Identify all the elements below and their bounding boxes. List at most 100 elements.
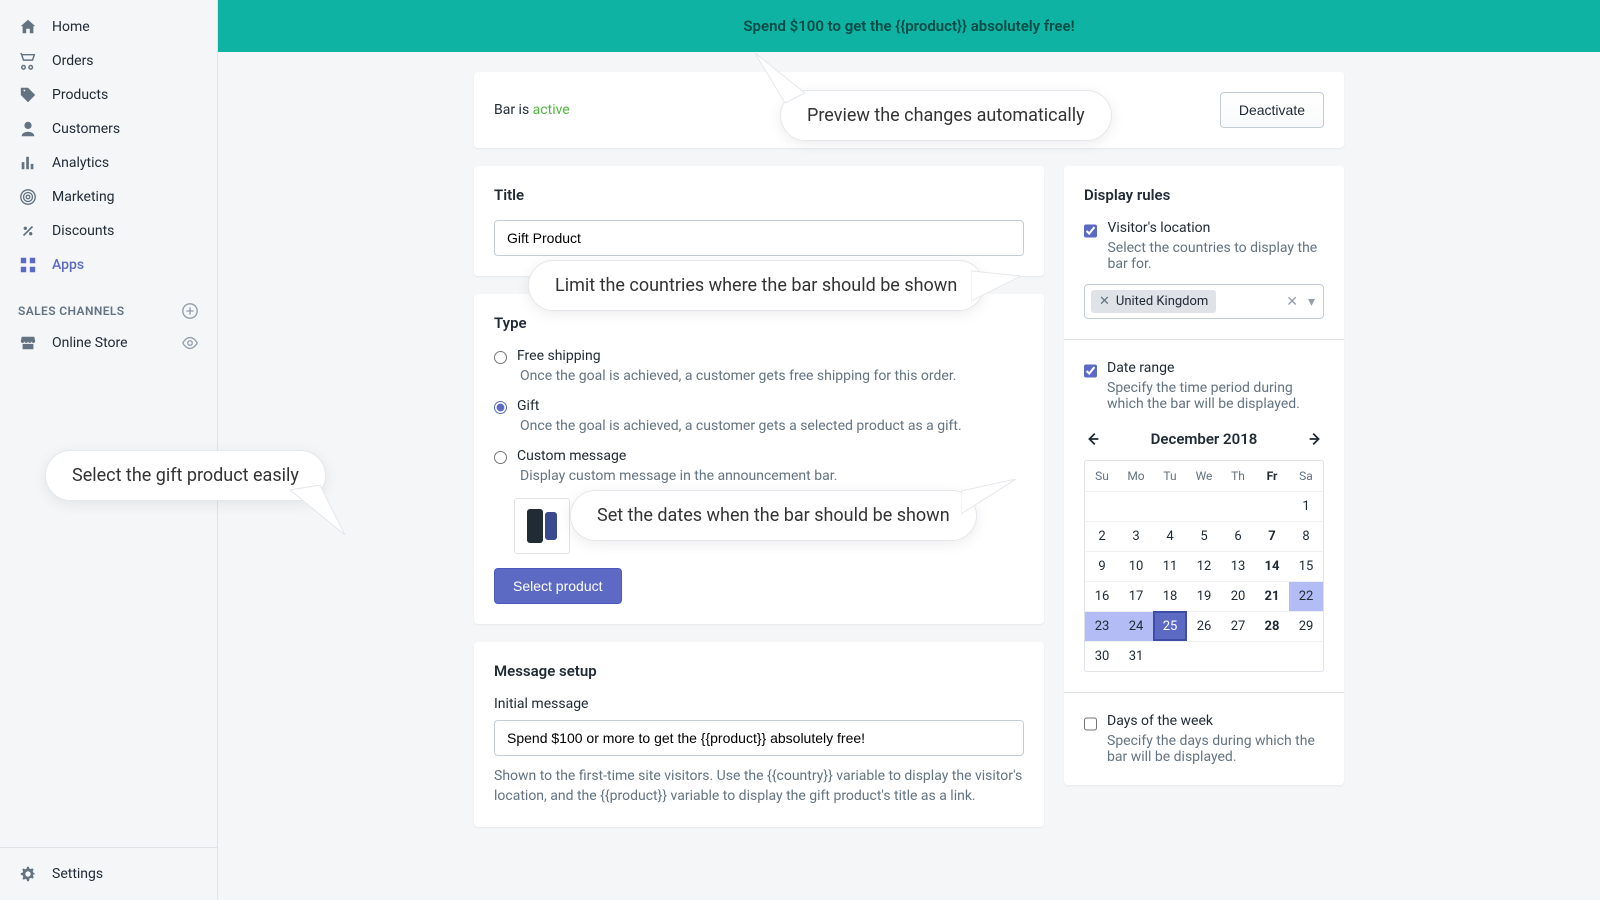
gear-icon xyxy=(18,864,38,884)
checkbox-days-of-week[interactable] xyxy=(1084,716,1097,732)
sidebar-item-products[interactable]: Products xyxy=(0,78,217,112)
calendar-day[interactable]: 6 xyxy=(1221,521,1255,551)
sidebar-item-home[interactable]: Home xyxy=(0,10,217,44)
location-help: Select the countries to display the bar … xyxy=(1107,240,1324,272)
view-store-icon[interactable] xyxy=(181,334,199,352)
checkbox-location[interactable] xyxy=(1084,223,1097,239)
sidebar-item-label: Discounts xyxy=(52,223,114,239)
sidebar-item-customers[interactable]: Customers xyxy=(0,112,217,146)
rule-visitor-location[interactable]: Visitor's location Select the countries … xyxy=(1084,220,1324,272)
calendar-day[interactable]: 26 xyxy=(1187,611,1221,641)
calendar-day[interactable]: 10 xyxy=(1119,551,1153,581)
days-of-week-label: Days of the week xyxy=(1107,713,1324,729)
days-of-week-help: Specify the days during which the bar wi… xyxy=(1107,733,1324,765)
checkbox-date-range[interactable] xyxy=(1084,363,1097,379)
calendar-day[interactable]: 9 xyxy=(1085,551,1119,581)
calendar: December 2018 SuMoTuWeThFrSa123456789101… xyxy=(1084,430,1324,672)
calendar-day[interactable]: 21 xyxy=(1255,581,1289,611)
type-free-shipping[interactable]: Free shipping xyxy=(494,348,1024,364)
radio-gift[interactable] xyxy=(494,401,507,414)
calendar-day[interactable]: 17 xyxy=(1119,581,1153,611)
radio-free-shipping[interactable] xyxy=(494,351,507,364)
calendar-day[interactable]: 19 xyxy=(1187,581,1221,611)
calendar-empty xyxy=(1187,491,1221,521)
radio-custom[interactable] xyxy=(494,451,507,464)
calendar-day[interactable]: 22 xyxy=(1289,581,1323,611)
callout-countries: Limit the countries where the bar should… xyxy=(528,260,984,311)
calendar-day[interactable]: 2 xyxy=(1085,521,1119,551)
calendar-day[interactable]: 11 xyxy=(1153,551,1187,581)
next-month-icon[interactable] xyxy=(1306,430,1324,448)
initial-message-label: Initial message xyxy=(494,696,1024,712)
calendar-day[interactable]: 24 xyxy=(1119,611,1153,641)
add-channel-icon[interactable] xyxy=(181,302,199,320)
sidebar-item-settings[interactable]: Settings xyxy=(0,847,217,900)
sidebar-item-orders[interactable]: Orders xyxy=(0,44,217,78)
message-heading: Message setup xyxy=(494,662,1024,680)
calendar-empty xyxy=(1289,641,1323,671)
clear-select-icon[interactable]: ✕ xyxy=(1286,294,1298,310)
calendar-day[interactable]: 30 xyxy=(1085,641,1119,671)
rule-days-of-week[interactable]: Days of the week Specify the days during… xyxy=(1084,713,1324,765)
calendar-day[interactable]: 27 xyxy=(1221,611,1255,641)
location-label: Visitor's location xyxy=(1107,220,1324,236)
type-custom[interactable]: Custom message xyxy=(494,448,1024,464)
remove-tag-icon[interactable]: ✕ xyxy=(1099,294,1110,309)
prev-month-icon[interactable] xyxy=(1084,430,1102,448)
calendar-day[interactable]: 8 xyxy=(1289,521,1323,551)
type-heading: Type xyxy=(494,314,1024,332)
calendar-day[interactable]: 23 xyxy=(1085,611,1119,641)
calendar-day[interactable]: 7 xyxy=(1255,521,1289,551)
sidebar-item-label: Analytics xyxy=(52,155,109,171)
status-active: active xyxy=(533,102,570,118)
calendar-empty xyxy=(1119,491,1153,521)
callout-preview: Preview the changes automatically xyxy=(780,90,1112,141)
calendar-day[interactable]: 20 xyxy=(1221,581,1255,611)
main-area: Bar is active Deactivate Title Type Free… xyxy=(218,52,1600,900)
sidebar-item-apps[interactable]: Apps xyxy=(0,248,217,282)
calendar-day[interactable]: 25 xyxy=(1153,611,1187,641)
custom-help: Display custom message in the announceme… xyxy=(520,468,1024,484)
calendar-day[interactable]: 5 xyxy=(1187,521,1221,551)
sidebar-item-marketing[interactable]: Marketing xyxy=(0,180,217,214)
home-icon xyxy=(18,17,38,37)
sidebar-item-label: Marketing xyxy=(52,189,115,205)
select-product-button[interactable]: Select product xyxy=(494,568,622,604)
calendar-day[interactable]: 28 xyxy=(1255,611,1289,641)
free-shipping-help: Once the goal is achieved, a customer ge… xyxy=(520,368,1024,384)
calendar-day[interactable]: 13 xyxy=(1221,551,1255,581)
title-heading: Title xyxy=(494,186,1024,204)
sidebar-item-analytics[interactable]: Analytics xyxy=(0,146,217,180)
sidebar-item-online-store[interactable]: Online Store xyxy=(0,326,217,360)
calendar-dow: Th xyxy=(1221,461,1255,491)
sidebar-item-label: Apps xyxy=(52,257,84,273)
calendar-day[interactable]: 15 xyxy=(1289,551,1323,581)
calendar-day[interactable]: 1 xyxy=(1289,491,1323,521)
status-text: Bar is active xyxy=(494,102,570,118)
calendar-month: December 2018 xyxy=(1151,430,1258,448)
discounts-icon xyxy=(18,221,38,241)
sidebar-item-discounts[interactable]: Discounts xyxy=(0,214,217,248)
dropdown-icon[interactable]: ▾ xyxy=(1308,294,1315,310)
calendar-dow: Sa xyxy=(1289,461,1323,491)
type-gift[interactable]: Gift xyxy=(494,398,1024,414)
settings-label: Settings xyxy=(52,866,103,882)
calendar-day[interactable]: 3 xyxy=(1119,521,1153,551)
calendar-day[interactable]: 14 xyxy=(1255,551,1289,581)
sidebar-item-label: Products xyxy=(52,87,108,103)
title-input[interactable] xyxy=(494,220,1024,256)
calendar-day[interactable]: 16 xyxy=(1085,581,1119,611)
calendar-day[interactable]: 4 xyxy=(1153,521,1187,551)
rule-date-range[interactable]: Date range Specify the time period durin… xyxy=(1084,360,1324,412)
announcement-text: Spend $100 to get the {{product}} absolu… xyxy=(743,17,1074,35)
calendar-dow: Mo xyxy=(1119,461,1153,491)
calendar-day[interactable]: 18 xyxy=(1153,581,1187,611)
calendar-empty xyxy=(1255,491,1289,521)
calendar-day[interactable]: 12 xyxy=(1187,551,1221,581)
country-select[interactable]: ✕ United Kingdom ✕ ▾ xyxy=(1084,284,1324,319)
calendar-day[interactable]: 29 xyxy=(1289,611,1323,641)
calendar-empty xyxy=(1255,641,1289,671)
calendar-day[interactable]: 31 xyxy=(1119,641,1153,671)
deactivate-button[interactable]: Deactivate xyxy=(1220,92,1324,128)
initial-message-input[interactable] xyxy=(494,720,1024,756)
